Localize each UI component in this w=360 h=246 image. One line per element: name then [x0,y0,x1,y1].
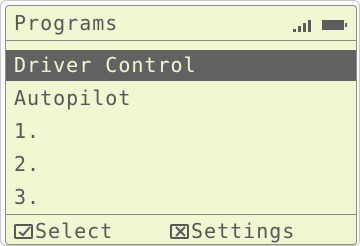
menu-item-label: 3. [14,185,41,209]
page-title: Programs [14,11,119,35]
select-softkey-label: Select [35,219,114,243]
select-softkey[interactable]: Select [14,217,114,244]
check-icon [14,224,33,239]
settings-softkey-label: Settings [191,219,296,243]
signal-icon [293,18,317,32]
lcd-screen: Programs Driver Control Autopilot 1. 2. … [5,5,357,245]
settings-softkey[interactable]: Settings [170,217,296,244]
menu-item-label: 2. [14,152,41,176]
menu-item-1[interactable]: 1. [6,116,356,147]
menu-item-2[interactable]: 2. [6,149,356,180]
menu-item-label: Driver Control [14,53,197,77]
x-icon [170,224,189,239]
menu-item-autopilot[interactable]: Autopilot [6,83,356,114]
softkey-bar: Select Settings [6,216,356,244]
device-bezel: Programs Driver Control Autopilot 1. 2. … [0,0,360,246]
menu-item-3[interactable]: 3. [6,182,356,213]
menu-item-label: Autopilot [14,86,132,110]
header-divider [6,40,356,41]
battery-icon [322,20,347,30]
menu-item-driver-control[interactable]: Driver Control [6,50,356,81]
menu-item-label: 1. [14,119,41,143]
softkey-divider [6,214,356,215]
title-bar: Programs [6,8,356,38]
